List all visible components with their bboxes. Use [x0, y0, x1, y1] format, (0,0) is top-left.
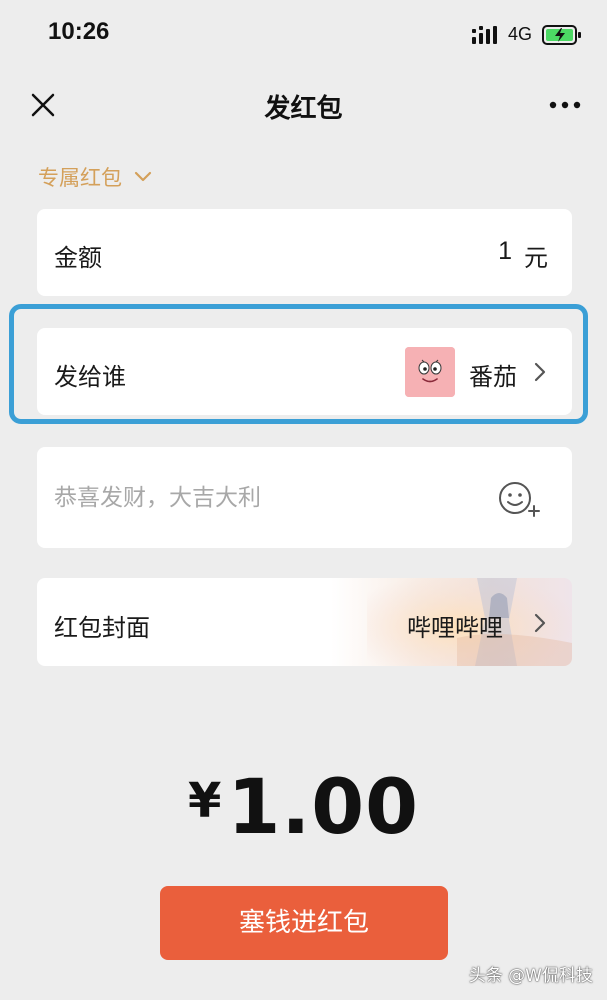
- more-icon[interactable]: [548, 92, 582, 118]
- status-bar: 10:26 4G: [0, 0, 607, 70]
- packet-type-selector[interactable]: 专属红包: [38, 162, 152, 192]
- avatar: [405, 347, 455, 397]
- total-amount: ¥1.00: [0, 762, 607, 851]
- put-money-button[interactable]: 塞钱进红包: [160, 886, 448, 960]
- amount-card[interactable]: 金额 1 元: [37, 209, 572, 296]
- emoji-add-icon[interactable]: [497, 479, 541, 517]
- battery-charging-icon: [542, 25, 581, 45]
- status-time: 10:26: [48, 18, 110, 45]
- recipient-name: 番茄: [469, 363, 517, 391]
- recipient-label: 发给谁: [54, 363, 126, 391]
- cover-name: 哔哩哔哩: [407, 614, 503, 642]
- network-label: 4G: [508, 24, 533, 44]
- message-card: [37, 447, 572, 548]
- signal-bars-icon: [472, 26, 497, 44]
- amount-value[interactable]: 1: [498, 237, 512, 266]
- packet-type-label: 专属红包: [38, 166, 122, 190]
- nav-bar: 发红包: [0, 70, 607, 140]
- greeting-message-input[interactable]: [54, 447, 484, 548]
- currency-symbol: ¥: [188, 773, 222, 829]
- page-title: 发红包: [264, 94, 343, 124]
- amount-label: 金额: [54, 244, 102, 272]
- chevron-right-icon: [534, 613, 546, 633]
- chevron-down-icon: [134, 171, 152, 182]
- avatar-face-icon: [405, 347, 455, 397]
- cover-label: 红包封面: [54, 614, 150, 642]
- chevron-right-icon: [534, 362, 546, 382]
- cover-card[interactable]: 红包封面 哔哩哔哩: [37, 578, 572, 666]
- recipient-card[interactable]: 发给谁 番茄: [37, 328, 572, 415]
- total-amount-value: 1.00: [227, 762, 419, 851]
- watermark: 头条 @W侃科技: [468, 966, 593, 986]
- amount-unit: 元: [524, 244, 548, 272]
